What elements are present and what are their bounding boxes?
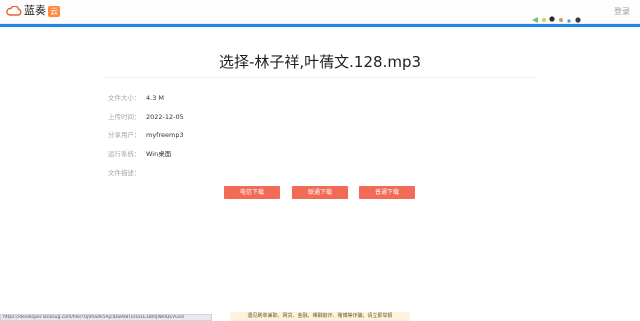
file-title: 选择-林子祥,叶蒨文.128.mp3 <box>218 53 422 71</box>
info-row-user: 分享用户： myfreemp3 <box>108 129 184 141</box>
info-label: 文件大小： <box>108 94 141 102</box>
unicom-download-button[interactable]: 联通下载 <box>292 186 348 199</box>
fraud-notice-banner[interactable]: 遇见刷单兼职、网贷、金融、裸聊敲诈、赌博等诈骗，请立即举报 <box>230 312 410 321</box>
logo-badge: 云 <box>48 5 60 17</box>
logo-text: 蓝奏 <box>24 4 46 17</box>
info-label: 文件描述： <box>108 169 141 177</box>
logo[interactable]: 蓝奏 云 <box>6 4 60 18</box>
info-row-date: 上传时间： 2022-12-05 <box>108 111 184 123</box>
info-row-size: 文件大小： 4.3 M <box>108 92 164 104</box>
title-divider <box>103 77 537 78</box>
info-label: 上传时间： <box>108 113 141 121</box>
info-row-description: 文件描述： <box>108 167 146 179</box>
info-label: 运行系统： <box>108 150 141 158</box>
info-label: 分享用户： <box>108 131 141 139</box>
login-link[interactable]: 登录 <box>614 6 630 17</box>
info-value: 4.3 M <box>146 94 165 102</box>
top-bar: 蓝奏 云 登录 <box>0 0 640 24</box>
info-value: Win桌面 <box>146 150 172 158</box>
normal-download-button[interactable]: 普通下载 <box>359 186 415 199</box>
info-value: myfreemp3 <box>146 131 184 139</box>
cloud-logo-icon <box>6 6 22 16</box>
info-row-system: 运行系统： Win桌面 <box>108 148 171 160</box>
browser-status-url: https://developer.lanzoug.com/file/?UjVR… <box>0 314 212 321</box>
telecom-download-button[interactable]: 电信下载 <box>224 186 280 199</box>
header-stripe <box>0 24 640 27</box>
info-value: 2022-12-05 <box>146 113 184 121</box>
